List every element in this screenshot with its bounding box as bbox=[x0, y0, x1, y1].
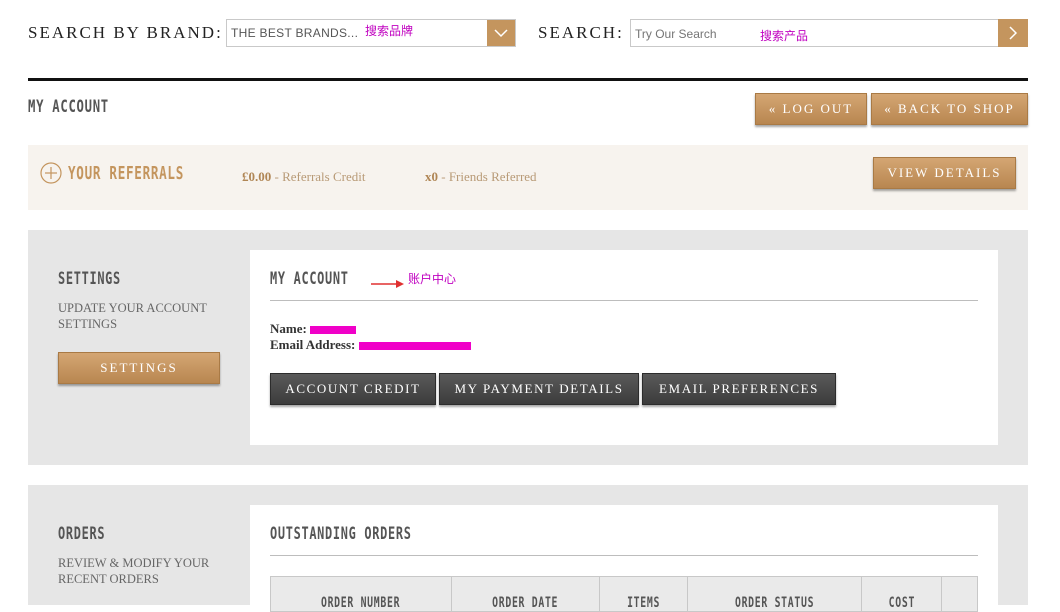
search-button[interactable] bbox=[998, 19, 1028, 47]
referrals-credit: £0.00 - Referrals Credit bbox=[242, 169, 365, 185]
email-label: Email Address: bbox=[270, 337, 356, 352]
logout-button[interactable]: « LOG OUT bbox=[755, 93, 867, 125]
friends-referred: x0 - Friends Referred bbox=[425, 169, 537, 185]
account-annotation: 账户中心 bbox=[408, 272, 457, 286]
arrow-right-icon bbox=[370, 277, 406, 295]
settings-description: UPDATE YOUR ACCOUNT SETTINGS bbox=[58, 301, 207, 331]
column-order-status[interactable]: ORDER STATUS bbox=[687, 576, 863, 612]
referrals-credit-value: £0.00 bbox=[242, 169, 272, 184]
payment-details-button[interactable]: MY PAYMENT DETAILS bbox=[439, 373, 639, 405]
search-input[interactable] bbox=[633, 23, 997, 45]
account-title: MY ACCOUNT bbox=[270, 269, 349, 289]
header-divider bbox=[28, 78, 1028, 81]
page-title: MY ACCOUNT bbox=[28, 97, 109, 117]
email-preferences-button[interactable]: EMAIL PREFERENCES bbox=[642, 373, 836, 405]
search-annotation: 搜索产品 bbox=[760, 29, 809, 43]
chevron-down-icon[interactable] bbox=[487, 20, 515, 46]
column-order-number[interactable]: ORDER NUMBER bbox=[270, 576, 452, 612]
settings-title: SETTINGS bbox=[58, 269, 121, 289]
back-to-shop-button[interactable]: « BACK TO SHOP bbox=[871, 93, 1028, 125]
referrals-credit-label: - Referrals Credit bbox=[271, 169, 366, 184]
column-items[interactable]: ITEMS bbox=[599, 576, 689, 612]
outstanding-orders-title: OUTSTANDING ORDERS bbox=[270, 524, 412, 544]
column-order-date[interactable]: ORDER DATE bbox=[450, 576, 601, 612]
column-cost[interactable]: COST bbox=[861, 576, 943, 612]
search-field[interactable] bbox=[630, 19, 1000, 47]
plus-circle-icon bbox=[40, 162, 64, 189]
orders-description: REVIEW & MODIFY YOUR RECENT ORDERS bbox=[58, 556, 210, 586]
friends-referred-value: x0 bbox=[425, 169, 438, 184]
redacted-email bbox=[358, 342, 471, 351]
orders-divider bbox=[270, 555, 978, 556]
account-divider bbox=[270, 300, 978, 301]
brand-select-value: THE BEST BRANDS... bbox=[231, 26, 359, 40]
account-name-row: Name: bbox=[270, 321, 357, 337]
brand-search-label: SEARCH BY BRAND: bbox=[28, 23, 223, 42]
search-label: SEARCH: bbox=[538, 23, 624, 42]
account-credit-button[interactable]: ACCOUNT CREDIT bbox=[270, 373, 436, 405]
account-email-row: Email Address: bbox=[270, 337, 471, 353]
name-label: Name: bbox=[270, 321, 307, 336]
friends-referred-label: - Friends Referred bbox=[438, 169, 537, 184]
redacted-name bbox=[310, 326, 357, 335]
orders-header-row: ORDER NUMBER ORDER DATE ITEMS ORDER STAT… bbox=[270, 576, 978, 612]
column-actions bbox=[941, 576, 978, 612]
view-details-button[interactable]: VIEW DETAILS bbox=[873, 157, 1016, 189]
settings-button[interactable]: SETTINGS bbox=[58, 352, 220, 384]
brand-annotation: 搜索品牌 bbox=[365, 24, 414, 38]
referrals-title: YOUR REFERRALS bbox=[68, 163, 185, 184]
orders-title: ORDERS bbox=[58, 524, 106, 544]
orders-table: ORDER NUMBER ORDER DATE ITEMS ORDER STAT… bbox=[270, 576, 978, 612]
chevron-right-icon bbox=[1009, 26, 1018, 40]
